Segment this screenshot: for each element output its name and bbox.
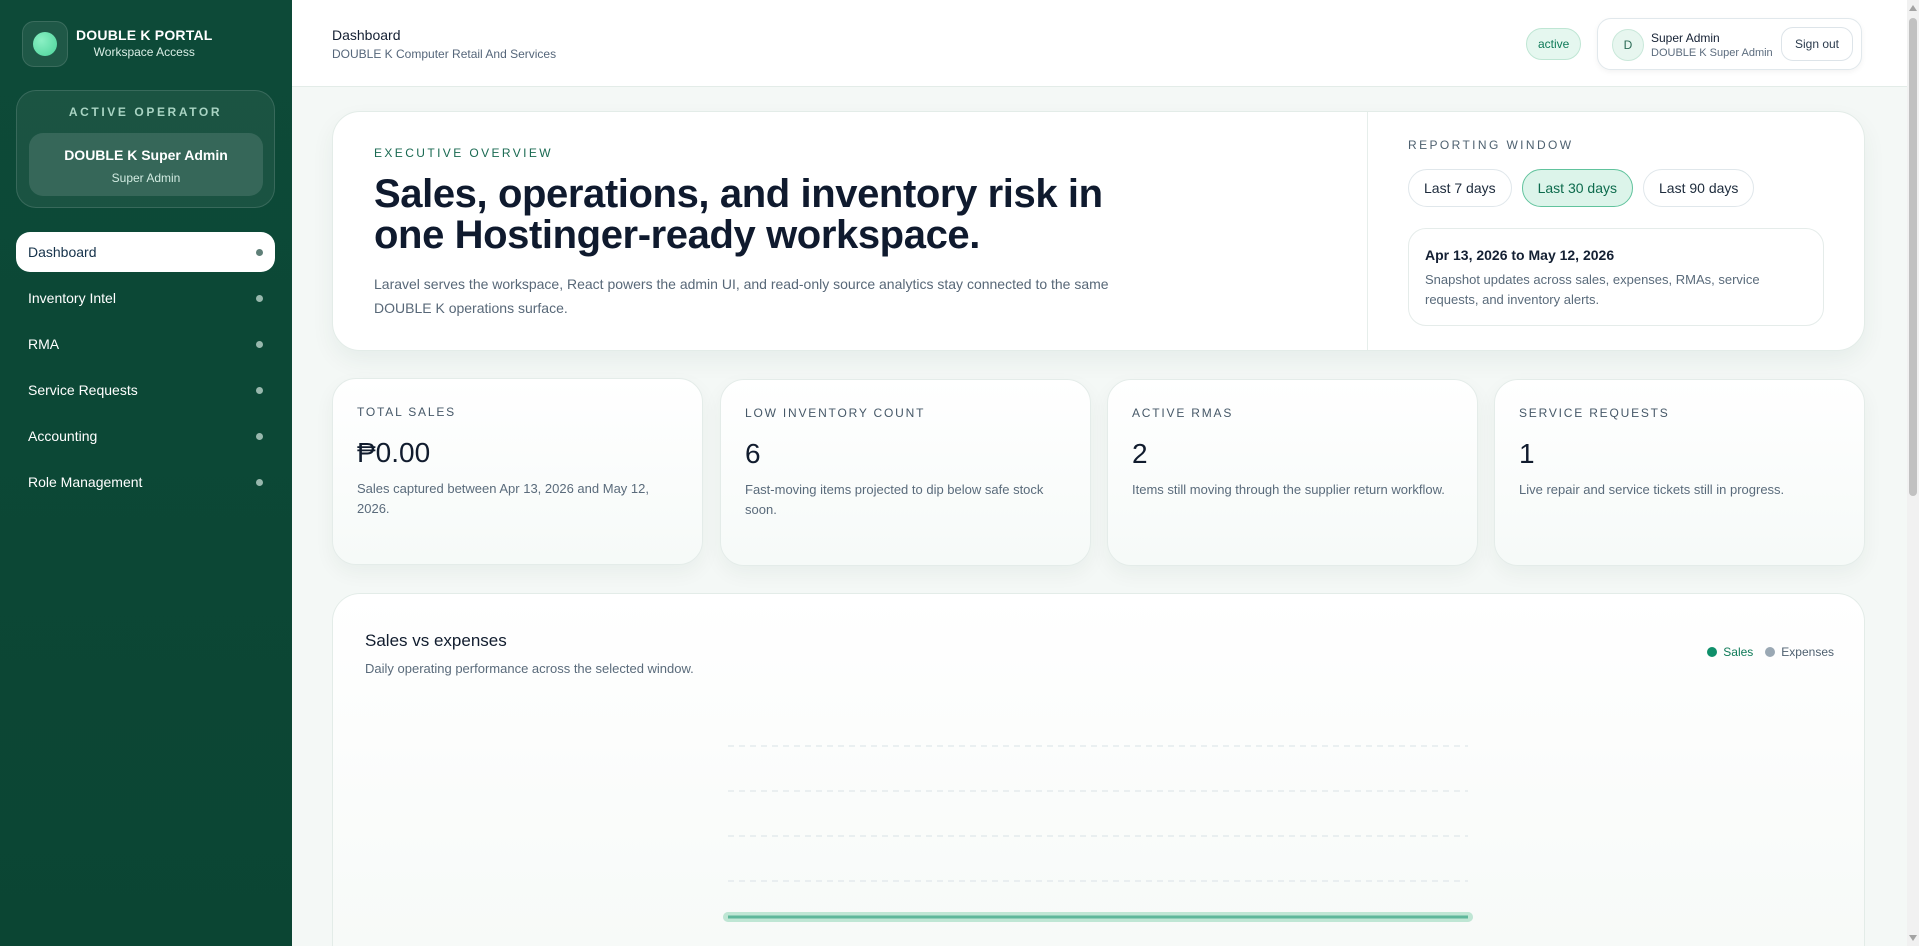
brand-subtitle: Workspace Access <box>93 45 195 59</box>
range-summary-card: Apr 13, 2026 to May 12, 2026 Snapshot up… <box>1408 228 1824 326</box>
sidebar-item-label: Role Management <box>28 474 143 490</box>
operator-name: DOUBLE K Super Admin <box>64 147 228 163</box>
status-badge: active <box>1526 28 1582 60</box>
range-90-days-button[interactable]: Last 90 days <box>1643 169 1755 207</box>
range-selector: Last 7 days Last 30 days Last 90 days <box>1408 169 1764 207</box>
brand-logo <box>22 21 68 67</box>
active-operator-panel: ACTIVE OPERATOR DOUBLE K Super Admin Sup… <box>16 90 275 208</box>
brand[interactable]: DOUBLE K PORTAL Workspace Access <box>22 21 213 67</box>
sales-vs-expenses-card: Sales vs expenses Daily operating perfor… <box>332 593 1865 946</box>
sidebar-item-label: Service Requests <box>28 382 138 398</box>
scroll-thumb[interactable] <box>1909 18 1917 496</box>
operator-role: Super Admin <box>111 171 181 185</box>
nav-dot-icon <box>256 479 263 486</box>
stat-card-active-rmas: ACTIVE RMAS 2 Items still moving through… <box>1107 379 1478 566</box>
avatar[interactable]: D <box>1612 29 1644 61</box>
scroll-down-icon[interactable] <box>1909 935 1917 941</box>
stat-value: 2 <box>1132 438 1148 469</box>
logo-dot-icon <box>33 32 57 56</box>
stat-value: 6 <box>745 438 761 469</box>
stat-label: ACTIVE RMAS <box>1132 406 1234 420</box>
stat-note: Items still moving through the supplier … <box>1132 482 1445 497</box>
hero-title: Sales, operations, and inventory risk in… <box>374 172 1103 257</box>
user-name: Super Admin <box>1651 31 1720 45</box>
range-dates: Apr 13, 2026 to May 12, 2026 <box>1425 247 1615 263</box>
sidebar-item-service-requests[interactable]: Service Requests <box>16 370 275 410</box>
sidebar-nav: Dashboard Inventory Intel RMA Service Re… <box>16 232 275 508</box>
hero-eyebrow: EXECUTIVE OVERVIEW <box>374 146 554 160</box>
stat-value: 1 <box>1519 438 1535 469</box>
topbar: Dashboard DOUBLE K Computer Retail And S… <box>292 0 1919 87</box>
sidebar-item-dashboard[interactable]: Dashboard <box>16 232 275 272</box>
stat-card-service-requests: SERVICE REQUESTS 1 Live repair and servi… <box>1494 379 1865 566</box>
nav-dot-icon <box>256 249 263 256</box>
range-30-days-button[interactable]: Last 30 days <box>1521 169 1633 207</box>
stat-note: Live repair and service tickets still in… <box>1519 482 1785 497</box>
sidebar-item-label: RMA <box>28 336 60 352</box>
divider <box>1367 112 1368 350</box>
reporting-window: REPORTING WINDOW Last 7 days Last 30 day… <box>1408 112 1828 350</box>
stat-card-total-sales: TOTAL SALES ₱0.00 Sales captured between… <box>332 378 703 565</box>
user-org: DOUBLE K Super Admin <box>1651 47 1773 59</box>
range-7-days-button[interactable]: Last 7 days <box>1408 169 1512 207</box>
hero-description: Laravel serves the workspace, React powe… <box>374 276 1109 316</box>
sidebar-item-accounting[interactable]: Accounting <box>16 416 275 456</box>
stat-label: SERVICE REQUESTS <box>1519 406 1670 420</box>
sidebar-item-label: Inventory Intel <box>28 290 116 306</box>
operator-label: ACTIVE OPERATOR <box>68 105 223 119</box>
company-name: DOUBLE K Computer Retail And Services <box>332 47 557 61</box>
user-menu: D Super Admin DOUBLE K Super Admin Sign … <box>1597 18 1862 70</box>
brand-title: DOUBLE K PORTAL <box>76 27 213 43</box>
sidebar-item-label: Accounting <box>28 428 98 444</box>
range-note: Snapshot updates across sales, expenses,… <box>1425 272 1760 307</box>
nav-dot-icon <box>256 433 263 440</box>
sign-out-button[interactable]: Sign out <box>1781 27 1853 61</box>
nav-dot-icon <box>256 341 263 348</box>
stat-label: TOTAL SALES <box>357 405 456 419</box>
sidebar-item-rma[interactable]: RMA <box>16 324 275 364</box>
operator-card: DOUBLE K Super Admin Super Admin <box>29 133 263 196</box>
reporting-window-label: REPORTING WINDOW <box>1408 138 1574 152</box>
stat-label: LOW INVENTORY COUNT <box>745 406 926 420</box>
stat-note: Sales captured between Apr 13, 2026 and … <box>357 481 649 516</box>
sidebar: DOUBLE K PORTAL Workspace Access ACTIVE … <box>0 0 292 946</box>
scroll-up-icon[interactable] <box>1909 5 1917 11</box>
sidebar-item-label: Dashboard <box>28 244 97 260</box>
sidebar-item-role-management[interactable]: Role Management <box>16 462 275 502</box>
stat-card-low-inventory: LOW INVENTORY COUNT 6 Fast-moving items … <box>720 379 1091 566</box>
executive-overview-card: EXECUTIVE OVERVIEW Sales, operations, an… <box>332 111 1865 351</box>
nav-dot-icon <box>256 295 263 302</box>
sidebar-item-inventory-intel[interactable]: Inventory Intel <box>16 278 275 318</box>
chart-gridlines <box>728 745 1468 882</box>
chart-plot <box>723 745 1473 922</box>
stat-note: Fast-moving items projected to dip below… <box>745 482 1044 517</box>
page-title: Dashboard <box>332 27 401 43</box>
scrollbar[interactable] <box>1907 0 1919 946</box>
stat-value: ₱0.00 <box>357 437 431 468</box>
nav-dot-icon <box>256 387 263 394</box>
